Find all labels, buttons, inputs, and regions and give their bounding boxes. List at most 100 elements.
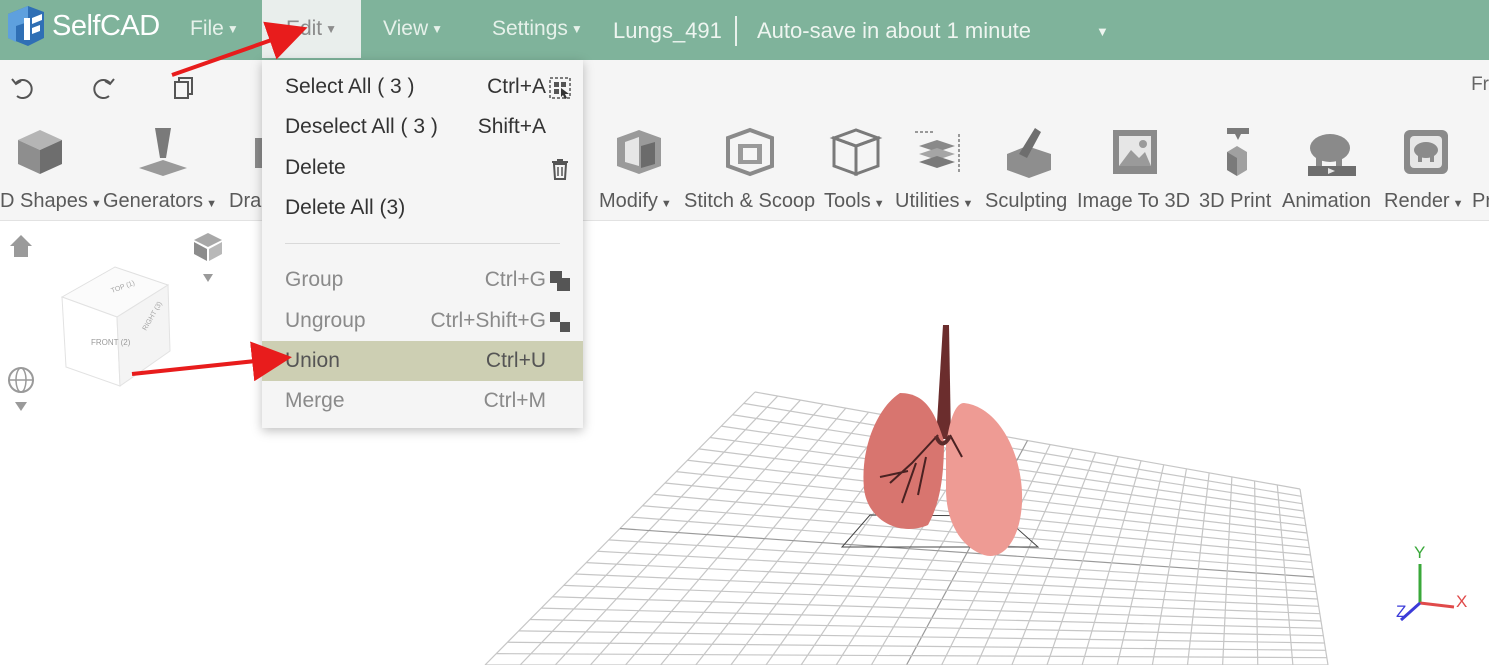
chevron-down-icon: ▼ — [431, 22, 444, 36]
copy-icon[interactable] — [170, 74, 198, 102]
ribbon-3d-print[interactable]: 3D Print — [1199, 114, 1279, 220]
ribbon-label: Render — [1384, 190, 1450, 212]
home-icon[interactable] — [10, 235, 32, 257]
3d-print-icon — [1227, 128, 1249, 176]
menu-item-group[interactable]: Group Ctrl+G — [262, 260, 583, 300]
menu-item-shortcut: Ctrl+M — [483, 389, 546, 412]
menu-item-shortcut: Ctrl+U — [485, 349, 546, 372]
ribbon-label: Modify — [599, 190, 658, 212]
ribbon-modify[interactable]: Modify ▼ — [599, 114, 681, 220]
tool-ribbon: D Shapes ▼ Generators ▼ Dra Modify ▼ Stitch… — [0, 114, 1489, 221]
ribbon-label: Tools — [824, 190, 871, 212]
chevron-down-icon: ▼ — [962, 198, 974, 210]
tools-icon — [829, 128, 883, 177]
grid-line — [496, 653, 1327, 659]
secondary-toolbar: Fr — [0, 60, 1489, 114]
selfcad-logo-icon — [8, 6, 44, 46]
menu-item-merge[interactable]: Merge Ctrl+M — [262, 381, 583, 421]
ribbon-stitch-scoop[interactable]: Stitch & Scoop — [684, 114, 820, 220]
project-filename[interactable]: Lungs_491 — [613, 18, 722, 44]
ribbon-animation[interactable]: Animation — [1282, 114, 1382, 220]
ribbon-sculpting[interactable]: Sculpting — [985, 114, 1073, 220]
ribbon-generators[interactable]: Generators ▼ — [103, 114, 225, 220]
select-all-icon — [549, 77, 571, 99]
view-cube-front-label: FRONT (2) — [91, 338, 131, 347]
menu-item-union[interactable]: Union Ctrl+U — [262, 341, 583, 381]
menu-item-select-all[interactable]: Select All ( 3 ) Ctrl+A — [262, 67, 583, 107]
utilities-icon — [915, 131, 960, 172]
ribbon-3d-shapes[interactable]: D Shapes ▼ — [0, 114, 102, 220]
view-orientation-icon[interactable] — [194, 233, 222, 282]
menu-item-ungroup[interactable]: Ungroup Ctrl+Shift+G — [262, 301, 583, 341]
generator-icon — [139, 128, 187, 176]
cube-icon — [18, 130, 62, 174]
ribbon-pr[interactable]: Pr — [1470, 114, 1489, 220]
menu-edit[interactable]: Edit ▼ — [262, 0, 361, 58]
axis-z-label: Z — [1396, 602, 1406, 621]
menu-settings-label: Settings — [492, 17, 568, 40]
image-to-3d-icon — [1113, 130, 1157, 174]
trash-icon — [552, 159, 568, 180]
undo-icon[interactable] — [8, 74, 36, 102]
menu-item-delete-all[interactable]: Delete All (3) — [262, 188, 583, 228]
axis-gizmo: Y X Z — [1396, 543, 1467, 622]
grid-line — [1081, 460, 1142, 666]
ribbon-label: Utilities — [895, 190, 960, 212]
menu-file[interactable]: File ▼ — [190, 0, 250, 58]
grid-line — [541, 607, 1323, 629]
animation-icon — [1308, 134, 1356, 176]
menu-item-shortcut: Ctrl+Shift+G — [430, 309, 546, 332]
ribbon-label: Sculpting — [985, 190, 1068, 212]
ribbon-utilities[interactable]: Utilities ▼ — [895, 114, 981, 220]
ungroup-icon — [550, 312, 570, 332]
ribbon-label: Generators — [103, 190, 204, 212]
group-icon — [550, 271, 570, 291]
menu-item-deselect-all[interactable]: Deselect All ( 3 ) Shift+A — [262, 107, 583, 147]
ribbon-render[interactable]: Render ▼ — [1384, 114, 1468, 220]
menu-item-label: Union — [285, 349, 340, 372]
axis-x-label: X — [1456, 592, 1467, 611]
menubar: SelfCAD File ▼ Edit ▼ View ▼ Settings ▼ Lung… — [0, 0, 1489, 60]
chevron-down-icon: ▼ — [206, 198, 217, 210]
menu-item-label: Delete — [285, 156, 346, 179]
grid-line — [1116, 464, 1165, 666]
menu-item-label: Select All ( 3 ) — [285, 75, 415, 98]
menu-item-label: Group — [285, 268, 344, 291]
modify-icon — [617, 130, 661, 174]
menu-settings[interactable]: Settings ▼ — [492, 0, 592, 58]
3d-viewport[interactable]: FRONT (2) TOP (1) RIGHT (3) Y X Z — [0, 221, 1489, 666]
menu-edit-label: Edit — [285, 17, 323, 40]
ribbon-draw[interactable]: Dra — [229, 114, 265, 220]
grid-line — [507, 641, 1326, 651]
menu-divider — [285, 243, 560, 244]
stitch-scoop-icon — [726, 127, 774, 177]
autosave-dropdown-icon[interactable]: ▼ — [1096, 24, 1109, 39]
ribbon-label: Stitch & Scoop — [684, 190, 816, 212]
menu-item-delete[interactable]: Delete — [262, 148, 583, 188]
menu-item-shortcut: Shift+A — [477, 115, 546, 138]
globe-icon[interactable] — [8, 367, 34, 411]
view-cube[interactable]: FRONT (2) TOP (1) RIGHT (3) — [60, 266, 171, 387]
ribbon-tools[interactable]: Tools ▼ — [824, 114, 892, 220]
chevron-down-icon: ▼ — [1452, 198, 1464, 210]
ribbon-label: Animation — [1282, 190, 1371, 212]
viewport-canvas[interactable]: FRONT (2) TOP (1) RIGHT (3) Y X Z — [0, 221, 1489, 666]
grid-line — [1299, 488, 1329, 666]
sculpting-icon — [1007, 128, 1051, 178]
menu-item-shortcut: Ctrl+G — [484, 268, 546, 291]
app-logo[interactable]: SelfCAD — [4, 4, 160, 48]
ribbon-label: Dra — [229, 190, 262, 212]
menu-item-label: Deselect All ( 3 ) — [285, 115, 438, 138]
ribbon-label: D Shapes — [0, 190, 88, 212]
menubar-separator — [735, 16, 737, 46]
grid-line — [586, 562, 1318, 600]
chevron-down-icon: ▼ — [226, 22, 239, 36]
ribbon-image-to-3d[interactable]: Image To 3D — [1077, 114, 1195, 220]
axis-y-label: Y — [1414, 543, 1425, 562]
toolbar-right-text[interactable]: Fr — [1471, 74, 1489, 96]
redo-icon[interactable] — [90, 74, 118, 102]
ribbon-label: 3D Print — [1199, 190, 1272, 212]
menu-view[interactable]: View ▼ — [383, 0, 453, 58]
chevron-down-icon: ▼ — [660, 198, 672, 210]
autosave-status: Auto-save in about 1 minute — [757, 18, 1031, 43]
